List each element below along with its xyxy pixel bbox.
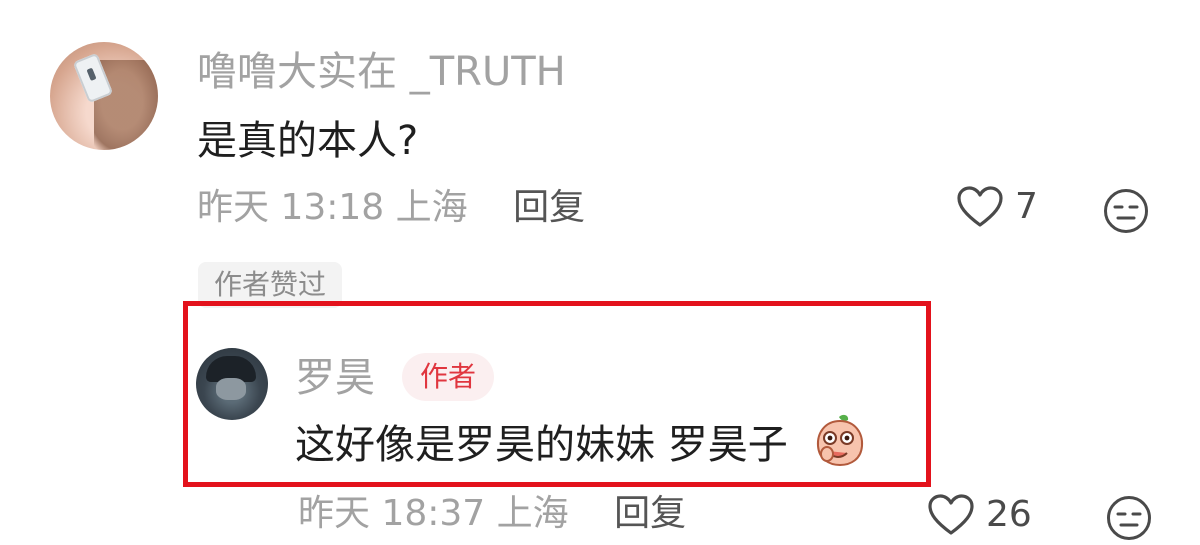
- author-liked-badge: 作者赞过: [198, 262, 343, 308]
- comment-text: 是真的本人?: [197, 118, 419, 164]
- author-avatar[interactable]: [196, 348, 268, 420]
- reply-time-location: 昨天 18:37 上海: [298, 493, 569, 534]
- heart-outline-icon: [928, 494, 974, 535]
- neutral-face-icon: [1107, 496, 1151, 540]
- comment-like-count: 7: [1015, 186, 1038, 227]
- reply-button[interactable]: 回复: [513, 187, 585, 228]
- comment-like-button[interactable]: 7: [957, 186, 1038, 228]
- reply-like-count: 26: [986, 494, 1032, 535]
- avatar-face: [216, 378, 246, 400]
- author-badge: 作者: [402, 353, 495, 401]
- peach-face-emoji: [815, 413, 865, 471]
- reply-meta-row: 昨天 18:37 上海 回复: [298, 490, 686, 538]
- reply-like-button[interactable]: 26: [928, 494, 1032, 536]
- author-username[interactable]: 罗昊: [295, 354, 375, 402]
- comment-time-location: 昨天 13:18 上海: [197, 187, 468, 228]
- heart-outline-icon: [957, 186, 1003, 227]
- comment-dislike-button[interactable]: [1103, 188, 1149, 238]
- commenter-avatar[interactable]: [50, 42, 158, 150]
- comment-meta-row: 昨天 13:18 上海 回复: [197, 184, 585, 232]
- neutral-face-icon: [1104, 189, 1148, 233]
- reply-text: 这好像是罗昊的妹妹 罗昊子: [295, 422, 788, 468]
- reply-dislike-button[interactable]: [1106, 495, 1152, 545]
- reply-reply-button[interactable]: 回复: [614, 493, 686, 534]
- commenter-username[interactable]: 噜噜大实在 _TRUTH: [197, 48, 566, 96]
